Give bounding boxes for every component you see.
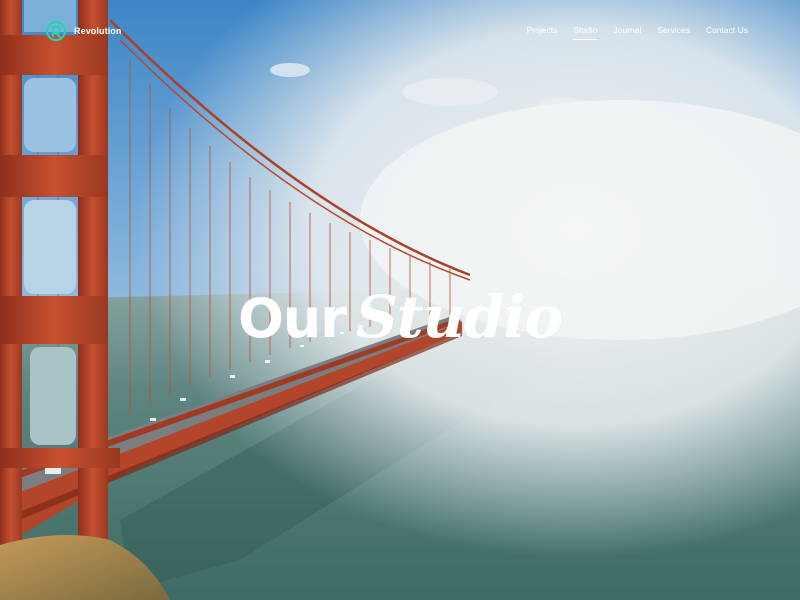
brand-name: Revolution <box>74 26 122 36</box>
nav-journal[interactable]: Journal <box>613 24 641 40</box>
hero-title: Our Studio <box>0 283 800 351</box>
nav-studio[interactable]: Studio <box>573 24 598 40</box>
r-logo-icon <box>46 21 66 41</box>
hero-title-italic: Studio <box>355 283 563 352</box>
hero-title-plain: Our <box>237 287 347 351</box>
nav-projects[interactable]: Projects <box>527 24 558 40</box>
main-menu: Projects Studio Journal Services Contact… <box>527 24 748 40</box>
nav-services[interactable]: Services <box>657 24 690 40</box>
nav-contact-us[interactable]: Contact Us <box>706 24 748 40</box>
brand[interactable]: Revolution <box>44 19 122 43</box>
top-navigation: Revolution Projects Studio Journal Servi… <box>0 0 800 60</box>
